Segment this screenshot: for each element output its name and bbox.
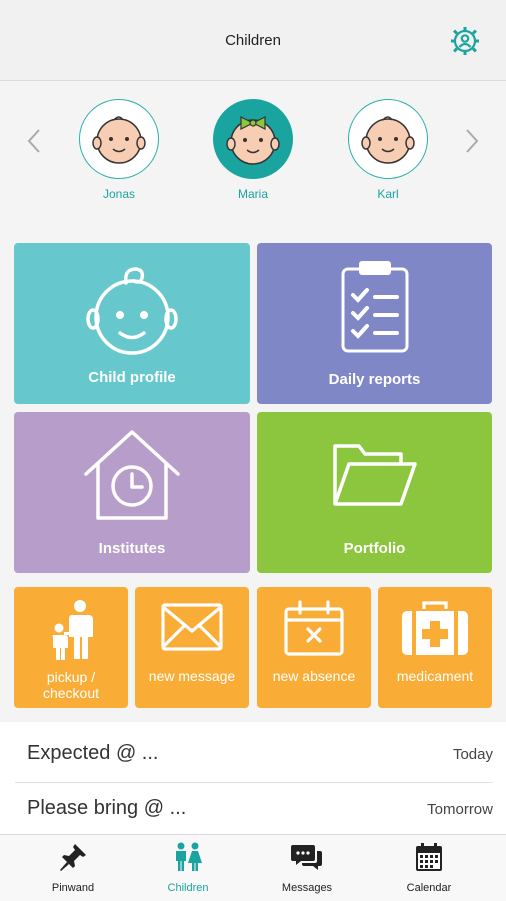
list-item-date: Tomorrow [427,801,493,818]
gear-icon[interactable] [450,26,480,56]
child-name: Jonas [102,187,136,201]
list-item[interactable]: Expected @ ... Today [15,728,493,783]
tile-label: new absence [272,668,356,684]
list-item-label: Expected @ ... [27,742,159,764]
tile-label: Institutes [98,540,166,557]
bottom-navigation: Pinwand Children Messages Calendar [0,834,506,901]
child-jonas[interactable]: Jonas [74,99,164,201]
child-profile-tile[interactable]: Child profile [14,243,250,404]
avatar [79,99,159,179]
avatar [348,99,428,179]
nav-calendar[interactable]: Calendar [374,839,484,897]
child-maria[interactable]: Maria [208,99,298,201]
pickup-checkout-tile[interactable]: pickup / checkout [14,587,128,708]
child-karl[interactable]: Karl [343,99,433,201]
info-list: Expected @ ... Today Please bring @ ... … [0,722,506,834]
nav-label: Messages [281,882,333,894]
list-item-label: Please bring @ ... [27,797,187,819]
tile-label: pickup / checkout [14,669,128,701]
children-selector: Jonas Maria Karl [0,81,506,231]
nav-label: Pinwand [51,882,95,894]
tile-label-line: pickup / [46,669,96,685]
list-item[interactable]: Please bring @ ... Tomorrow [15,783,493,837]
tile-label: medicament [396,668,474,684]
tile-label: new message [148,668,236,684]
envelope-icon [161,603,223,651]
portfolio-tile[interactable]: Portfolio [257,412,492,573]
nav-label: Children [167,882,209,894]
daily-reports-tile[interactable]: Daily reports [257,243,492,404]
baby-outline-icon [86,267,178,355]
child-name: Karl [377,187,399,201]
tile-label: Child profile [88,369,176,386]
baby-face-icon [361,116,415,164]
nav-children[interactable]: Children [133,839,243,897]
tile-label: Daily reports [328,371,421,388]
chat-bubbles-icon [291,845,322,870]
avatar [213,99,293,179]
folder-icon [333,444,417,506]
top-bar: Children [0,0,506,81]
parent-child-icon [52,600,93,660]
calendar-icon [416,843,442,871]
nav-label: Calendar [406,882,452,894]
new-absence-tile[interactable]: new absence [257,587,371,708]
children-icon [176,842,202,871]
baby-girl-face-icon [226,116,280,165]
chevron-right-icon[interactable] [462,126,482,156]
clipboard-checklist-icon [341,261,409,353]
institutes-tile[interactable]: Institutes [14,412,250,573]
nav-messages[interactable]: Messages [252,839,362,897]
medicament-tile[interactable]: medicament [378,587,492,708]
first-aid-kit-icon [402,601,468,655]
calendar-cross-icon [284,600,344,656]
list-item-date: Today [452,746,493,763]
child-name: Maria [237,187,268,201]
baby-face-icon [92,116,146,164]
tile-label: Portfolio [343,540,406,557]
pushpin-icon [60,844,86,871]
new-message-tile[interactable]: new message [135,587,249,708]
house-clock-icon [84,430,180,520]
page-title: Children [225,32,281,49]
tile-label-line: checkout [42,685,100,701]
nav-pinwand[interactable]: Pinwand [18,839,128,897]
chevron-left-icon[interactable] [24,126,44,156]
